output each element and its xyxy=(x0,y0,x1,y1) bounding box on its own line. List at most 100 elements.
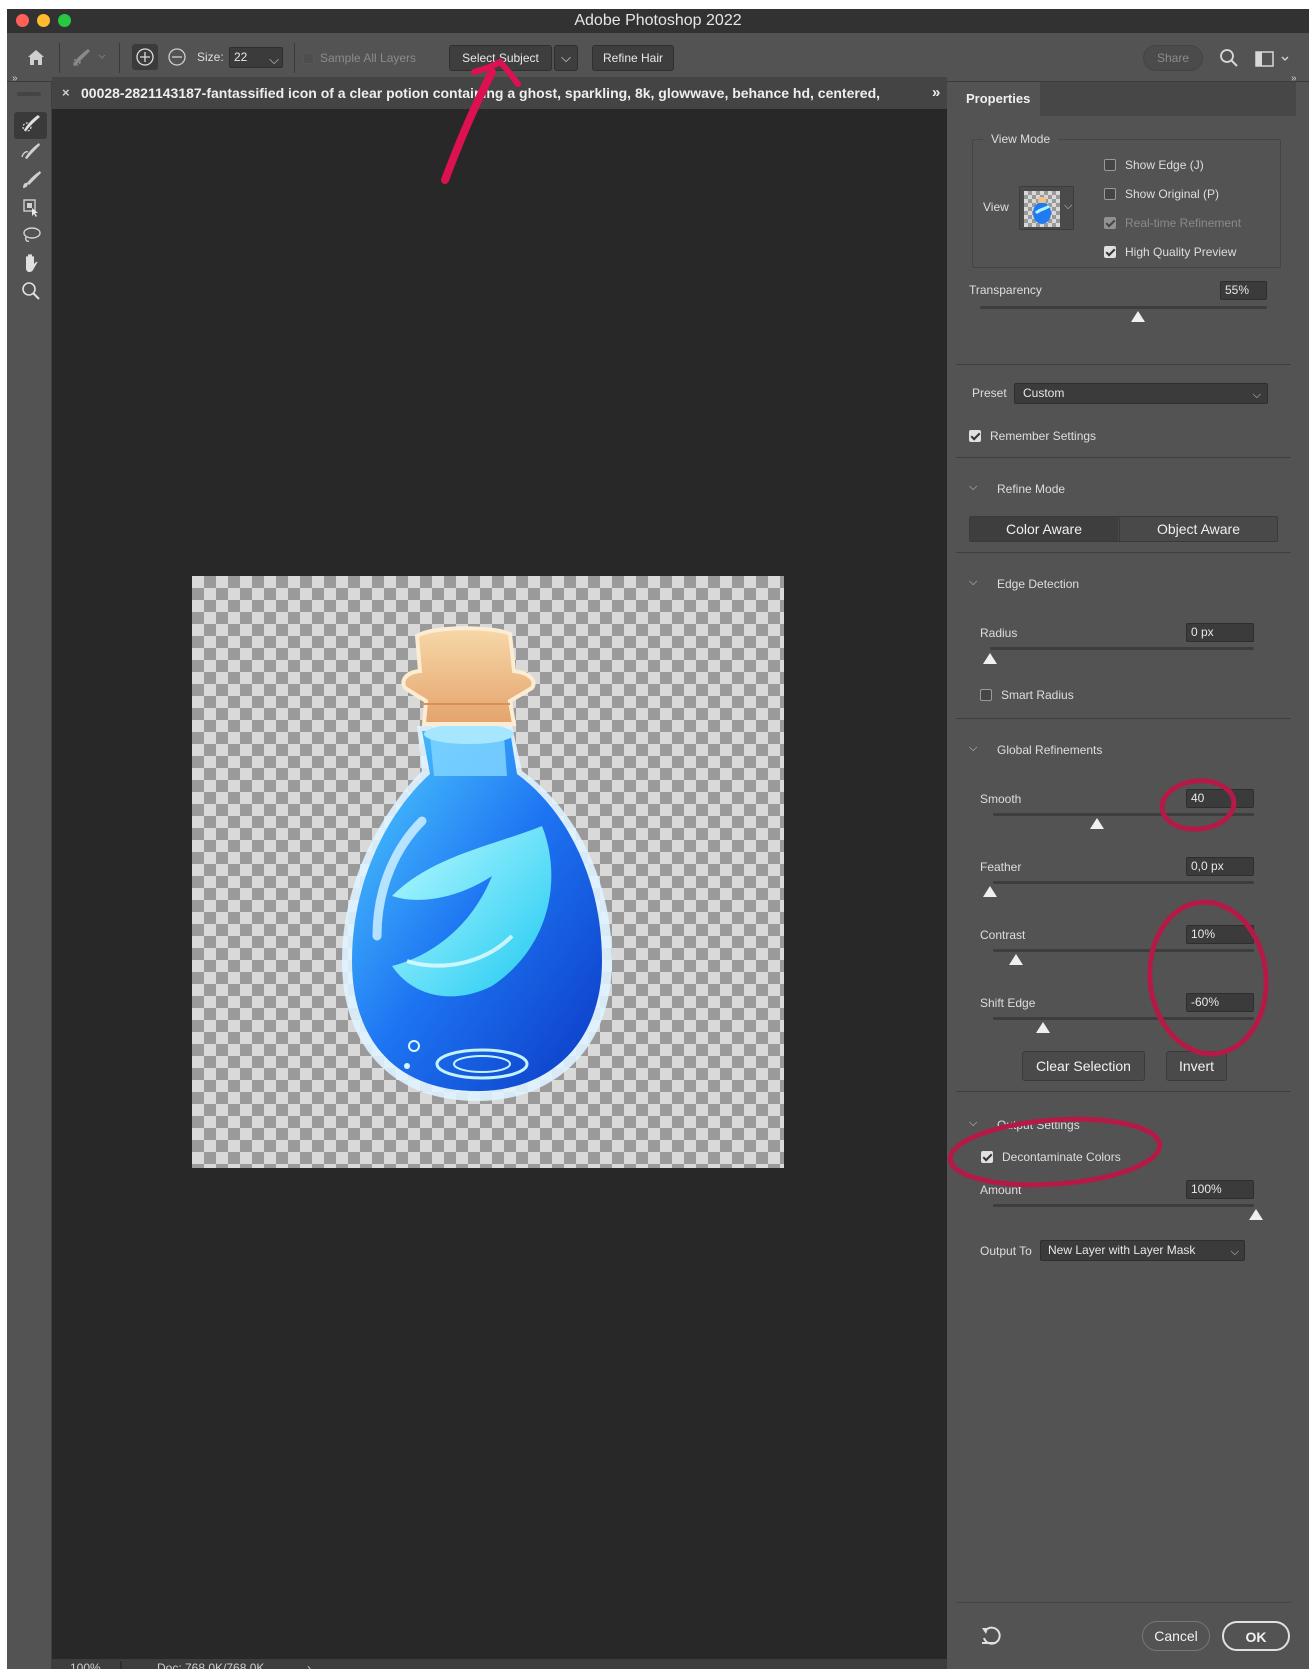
search-icon[interactable] xyxy=(1218,47,1240,69)
shift-edge-input[interactable]: -60% xyxy=(1186,993,1254,1012)
zoom-level[interactable]: 100% xyxy=(70,1659,101,1669)
zoom-tool[interactable] xyxy=(14,280,47,307)
size-input[interactable]: 22 ⌵ xyxy=(229,47,283,68)
invert-button[interactable]: Invert xyxy=(1166,1051,1227,1081)
workspace-icon[interactable] xyxy=(1254,48,1294,70)
brush-tool[interactable] xyxy=(14,168,47,195)
radius-slider-track[interactable] xyxy=(990,647,1254,650)
tab-overflow-icon[interactable]: » xyxy=(932,77,940,109)
clear-selection-button[interactable]: Clear Selection xyxy=(1022,1051,1145,1081)
amount-input[interactable]: 100% xyxy=(1186,1180,1254,1199)
high-quality-preview-checkbox[interactable] xyxy=(1104,246,1116,258)
view-thumbnail xyxy=(1024,191,1060,227)
chevron-down-icon[interactable]: ⌵ xyxy=(269,50,279,69)
smart-radius-checkbox[interactable] xyxy=(980,689,992,701)
properties-panel xyxy=(956,116,1296,1656)
show-original-checkbox[interactable] xyxy=(1104,188,1116,200)
brush-icon xyxy=(22,171,41,188)
output-to-label: Output To xyxy=(980,1244,1032,1258)
shift-edge-slider-track[interactable] xyxy=(993,1017,1254,1020)
amount-slider-track[interactable] xyxy=(993,1204,1254,1207)
chevron-down-icon[interactable]: ⌵ xyxy=(969,742,977,755)
close-window-button[interactable] xyxy=(16,14,29,27)
smooth-slider-thumb[interactable] xyxy=(1090,818,1104,829)
refine-edge-brush-icon xyxy=(20,143,40,159)
home-icon[interactable] xyxy=(25,46,47,68)
options-bar: Size: 22 ⌵ Sample All Layers Select Subj… xyxy=(7,33,1309,82)
chevron-down-icon[interactable]: ⌵ xyxy=(969,481,977,494)
contrast-label: Contrast xyxy=(980,928,1026,942)
radius-label: Radius xyxy=(980,626,1018,640)
select-subject-button[interactable]: Select Subject xyxy=(449,45,552,71)
quick-selection-brush-icon[interactable] xyxy=(70,45,108,69)
global-refinements-heading: Global Refinements xyxy=(997,743,1103,757)
output-to-value: New Layer with Layer Mask xyxy=(1048,1243,1196,1257)
preset-dropdown[interactable]: Custom ⌵ xyxy=(1014,383,1268,404)
share-button[interactable]: Share xyxy=(1143,45,1203,71)
decontaminate-colors-label: Decontaminate Colors xyxy=(1002,1150,1121,1164)
transparency-slider-thumb[interactable] xyxy=(1130,311,1145,322)
zoom-window-button[interactable] xyxy=(58,14,71,27)
output-to-dropdown[interactable]: New Layer with Layer Mask ⌵ xyxy=(1040,1240,1245,1261)
smooth-slider-track[interactable] xyxy=(993,813,1254,816)
high-quality-preview-label: High Quality Preview xyxy=(1125,245,1237,259)
quick-selection-brush-icon xyxy=(21,115,40,132)
status-menu-arrow[interactable]: › xyxy=(307,1659,311,1669)
toolbar-grip xyxy=(17,92,41,96)
close-tab-icon[interactable]: × xyxy=(62,77,70,109)
contrast-slider-track[interactable] xyxy=(993,949,1254,952)
feather-slider-track[interactable] xyxy=(993,881,1254,884)
reset-icon[interactable] xyxy=(979,1624,1005,1648)
object-selection-tool[interactable] xyxy=(14,196,47,223)
lasso-tool[interactable] xyxy=(14,224,47,251)
potion-bottle-image xyxy=(342,626,612,1101)
hand-tool[interactable] xyxy=(14,252,47,279)
output-settings-heading: Output Settings xyxy=(997,1118,1080,1132)
add-to-selection-icon[interactable] xyxy=(132,44,158,70)
amount-slider-thumb[interactable] xyxy=(1249,1209,1263,1220)
potion-image-canvas xyxy=(192,576,784,1168)
chevron-down-icon: ⌵ xyxy=(1064,200,1073,212)
transparency-slider-track[interactable] xyxy=(980,306,1267,309)
radius-input[interactable]: 0 px xyxy=(1186,623,1254,642)
shift-edge-slider-thumb[interactable] xyxy=(1036,1022,1050,1033)
object-aware-button[interactable]: Object Aware xyxy=(1119,517,1277,541)
preset-value: Custom xyxy=(1023,386,1065,400)
sample-all-layers-checkbox[interactable] xyxy=(303,53,314,64)
quick-selection-tool[interactable] xyxy=(14,112,47,139)
select-subject-dropdown[interactable]: ⌵ xyxy=(554,45,578,71)
zoom-icon xyxy=(21,282,40,300)
subtract-from-selection-icon[interactable] xyxy=(164,44,190,70)
color-aware-button[interactable]: Color Aware xyxy=(970,517,1118,541)
document-title: 00028-2821143187-fantassified icon of a … xyxy=(81,85,881,101)
feather-input[interactable]: 0,0 px xyxy=(1186,857,1254,876)
refine-edge-brush-tool[interactable] xyxy=(14,140,47,167)
shift-edge-label: Shift Edge xyxy=(980,996,1036,1010)
transparency-input[interactable]: 55% xyxy=(1220,281,1267,300)
feather-slider-thumb[interactable] xyxy=(983,886,997,897)
chevron-down-icon[interactable]: ⌵ xyxy=(969,1117,977,1130)
minimize-window-button[interactable] xyxy=(37,14,50,27)
view-label: View xyxy=(983,200,1009,214)
refine-mode-heading: Refine Mode xyxy=(997,482,1066,496)
smooth-input[interactable]: 40 xyxy=(1186,789,1254,808)
app-title: Adobe Photoshop 2022 xyxy=(574,12,742,29)
view-mode-dropdown[interactable]: ⌵ xyxy=(1019,186,1074,230)
cancel-button[interactable]: Cancel xyxy=(1142,1621,1210,1651)
chevron-down-icon: ⌵ xyxy=(1252,389,1261,401)
contrast-input[interactable]: 10% xyxy=(1186,925,1254,944)
ok-button[interactable]: OK xyxy=(1222,1621,1290,1651)
decontaminate-colors-checkbox[interactable] xyxy=(981,1151,993,1163)
size-label: Size: xyxy=(197,50,224,64)
radius-slider-thumb[interactable] xyxy=(983,653,997,664)
show-edge-label: Show Edge (J) xyxy=(1125,158,1204,172)
transparency-label: Transparency xyxy=(969,283,1042,297)
show-edge-checkbox[interactable] xyxy=(1104,159,1116,171)
chevron-down-icon[interactable]: ⌵ xyxy=(969,576,977,589)
document-tab[interactable]: × 00028-2821143187-fantassified icon of … xyxy=(52,77,947,109)
contrast-slider-thumb[interactable] xyxy=(1009,954,1023,965)
feather-label: Feather xyxy=(980,860,1022,874)
refine-hair-button[interactable]: Refine Hair xyxy=(592,45,674,71)
remember-settings-checkbox[interactable] xyxy=(969,430,981,442)
tab-properties[interactable]: Properties xyxy=(956,82,1040,116)
